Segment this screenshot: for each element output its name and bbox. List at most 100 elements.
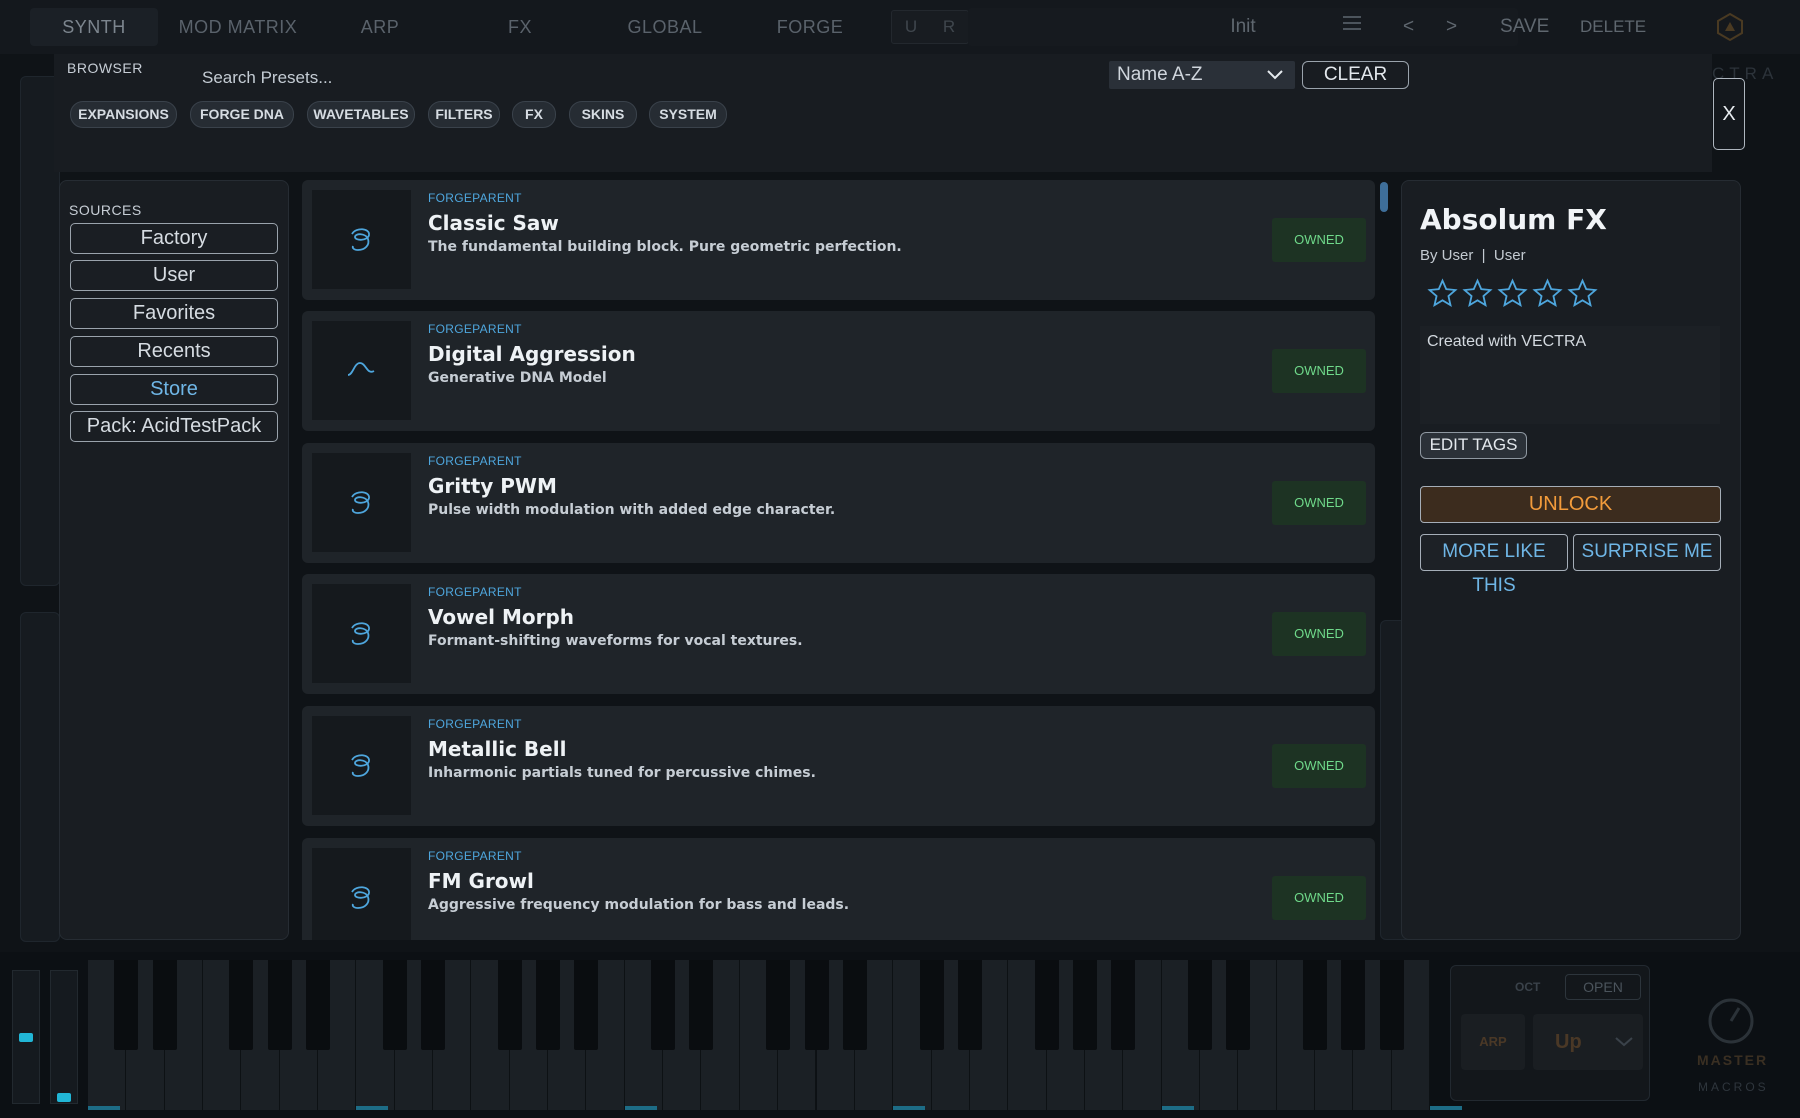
- preset-title: Metallic Bell: [428, 737, 567, 761]
- close-browser-button[interactable]: X: [1713, 78, 1745, 150]
- black-key[interactable]: [574, 960, 599, 1050]
- preset-row[interactable]: FORGEPARENT Classic Saw The fundamental …: [302, 180, 1375, 300]
- tab-mod-matrix[interactable]: MOD MATRIX: [168, 8, 308, 46]
- preset-description: Aggressive frequency modulation for bass…: [428, 897, 850, 913]
- tab-forge[interactable]: FORGE: [760, 8, 860, 46]
- filter-wavetables[interactable]: WAVETABLES: [307, 101, 415, 128]
- source-pack-acidtestpack[interactable]: Pack: AcidTestPack: [70, 411, 278, 442]
- current-preset-name[interactable]: Init: [968, 8, 1518, 46]
- black-key[interactable]: [804, 960, 829, 1050]
- black-key[interactable]: [152, 960, 177, 1050]
- source-factory[interactable]: Factory: [70, 223, 278, 254]
- black-key[interactable]: [497, 960, 522, 1050]
- octave-marker: [356, 1106, 389, 1110]
- master-knob-icon[interactable]: [1706, 996, 1756, 1046]
- edit-tags-button[interactable]: EDIT TAGS: [1420, 432, 1527, 459]
- star-icon[interactable]: [1462, 278, 1493, 309]
- tab-synth[interactable]: SYNTH: [30, 8, 158, 46]
- tab-global[interactable]: GLOBAL: [610, 8, 720, 46]
- pitch-wheel-handle[interactable]: [19, 1033, 33, 1042]
- open-button[interactable]: OPEN: [1565, 974, 1641, 1000]
- source-store[interactable]: Store: [70, 374, 278, 405]
- black-key[interactable]: [536, 960, 561, 1050]
- preset-category: FORGEPARENT: [428, 322, 522, 336]
- black-key[interactable]: [689, 960, 714, 1050]
- preset-title: FM Growl: [428, 869, 534, 893]
- black-key[interactable]: [267, 960, 292, 1050]
- preset-list-scrollbar[interactable]: [1380, 180, 1388, 940]
- save-button[interactable]: SAVE: [1500, 8, 1549, 46]
- arp-toggle[interactable]: ARP: [1461, 1014, 1525, 1070]
- spiral-icon: [351, 754, 370, 777]
- filter-skins[interactable]: SKINS: [569, 101, 637, 128]
- black-key[interactable]: [1302, 960, 1327, 1050]
- preset-title: Classic Saw: [428, 211, 559, 235]
- tab-fx[interactable]: FX: [480, 8, 560, 46]
- black-key[interactable]: [1187, 960, 1212, 1050]
- black-key[interactable]: [1072, 960, 1097, 1050]
- preset-row[interactable]: FORGEPARENT Metallic Bell Inharmonic par…: [302, 706, 1375, 826]
- filter-expansions[interactable]: EXPANSIONS: [70, 101, 177, 128]
- star-icon[interactable]: [1532, 278, 1563, 309]
- filter-forge-dna[interactable]: FORGE DNA: [190, 101, 294, 128]
- preset-row[interactable]: FORGEPARENT Gritty PWM Pulse width modul…: [302, 443, 1375, 563]
- black-key[interactable]: [919, 960, 944, 1050]
- arp-mode-value: Up: [1555, 1031, 1582, 1053]
- black-key[interactable]: [766, 960, 791, 1050]
- preset-description: Pulse width modulation with added edge c…: [428, 502, 836, 518]
- black-key[interactable]: [957, 960, 982, 1050]
- filter-system[interactable]: SYSTEM: [649, 101, 727, 128]
- star-icon[interactable]: [1427, 278, 1458, 309]
- black-key[interactable]: [114, 960, 139, 1050]
- preset-row[interactable]: FORGEPARENT FM Growl Aggressive frequenc…: [302, 838, 1375, 940]
- preset-category: FORGEPARENT: [428, 585, 522, 599]
- black-key[interactable]: [1341, 960, 1366, 1050]
- clear-button[interactable]: CLEAR: [1302, 61, 1409, 89]
- spiral-icon: [351, 228, 370, 251]
- pitch-wheel[interactable]: [12, 970, 40, 1104]
- black-key[interactable]: [229, 960, 254, 1050]
- preset-row[interactable]: FORGEPARENT Vowel Morph Formant-shifting…: [302, 574, 1375, 694]
- arp-mode-select[interactable]: Up: [1533, 1014, 1643, 1070]
- mod-wheel-handle[interactable]: [57, 1093, 71, 1102]
- hamburger-icon[interactable]: [1343, 8, 1361, 46]
- mod-wheel[interactable]: [50, 970, 78, 1104]
- delete-button[interactable]: DELETE: [1580, 8, 1646, 46]
- sources-panel: [59, 180, 289, 940]
- black-key[interactable]: [1111, 960, 1136, 1050]
- source-favorites[interactable]: Favorites: [70, 298, 278, 329]
- black-key[interactable]: [1226, 960, 1251, 1050]
- black-key[interactable]: [842, 960, 867, 1050]
- more-like-this-button[interactable]: MORE LIKE THIS: [1420, 534, 1568, 596]
- black-key[interactable]: [651, 960, 676, 1050]
- detail-author: By User | User: [1420, 247, 1526, 264]
- piano-keyboard[interactable]: [88, 960, 1430, 1110]
- source-user[interactable]: User: [70, 260, 278, 291]
- preset-row[interactable]: FORGEPARENT Digital Aggression Generativ…: [302, 311, 1375, 431]
- black-key[interactable]: [421, 960, 446, 1050]
- scrollbar-thumb[interactable]: [1380, 182, 1388, 212]
- redo-button[interactable]: R: [930, 11, 968, 43]
- black-key[interactable]: [306, 960, 331, 1050]
- undo-button[interactable]: U: [892, 11, 930, 43]
- rating-stars: [1427, 278, 1598, 309]
- prev-preset-button[interactable]: <: [1403, 8, 1414, 46]
- tab-arp[interactable]: ARP: [340, 8, 420, 46]
- owned-badge: OWNED: [1272, 876, 1366, 920]
- unlock-button[interactable]: UNLOCK: [1420, 486, 1721, 523]
- filter-filters[interactable]: FILTERS: [428, 101, 500, 128]
- black-key[interactable]: [1379, 960, 1404, 1050]
- preset-category: FORGEPARENT: [428, 454, 522, 468]
- next-preset-button[interactable]: >: [1446, 8, 1457, 46]
- star-icon[interactable]: [1567, 278, 1598, 309]
- black-key[interactable]: [382, 960, 407, 1050]
- black-key[interactable]: [1034, 960, 1059, 1050]
- filter-fx[interactable]: FX: [512, 101, 556, 128]
- star-icon[interactable]: [1497, 278, 1528, 309]
- arp-control-panel: OCT OPEN ARP Up: [1450, 965, 1650, 1101]
- sort-dropdown[interactable]: Name A-Z: [1109, 61, 1295, 89]
- surprise-me-button[interactable]: SURPRISE ME: [1573, 534, 1721, 571]
- preset-description: Formant-shifting waveforms for vocal tex…: [428, 633, 803, 649]
- source-recents[interactable]: Recents: [70, 336, 278, 367]
- search-input[interactable]: [200, 64, 680, 92]
